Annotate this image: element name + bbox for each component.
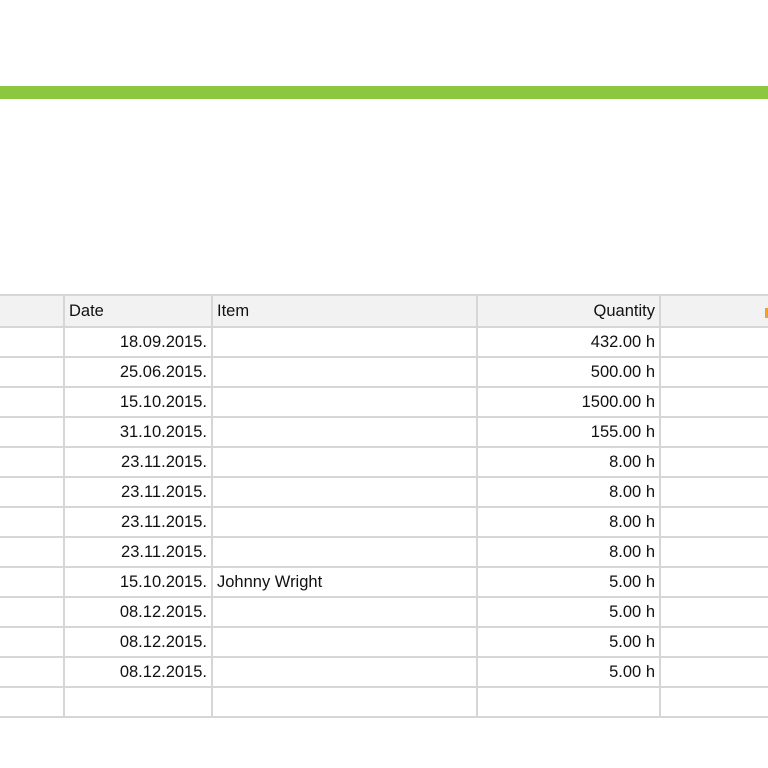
cell-extra (660, 657, 768, 688)
cell-item (212, 627, 478, 658)
cell-extra (660, 477, 768, 508)
cell-total (64, 686, 213, 718)
cell-quantity: 5.00 h (477, 627, 661, 658)
cell-item (212, 417, 478, 448)
table-row: 08.12.2015. 5.00 h (0, 597, 768, 628)
cell-item (212, 447, 478, 478)
cell-quantity: 8.00 h (477, 507, 661, 538)
cell-quantity: 8.00 h (477, 477, 661, 508)
cell-date: 08.12.2015. (64, 597, 213, 628)
cell-quantity: 1500.00 h (477, 387, 661, 418)
entries-table: Date Item Quantity 18.09.2015. 432.00 h 25… (0, 294, 768, 718)
cell-extra (660, 357, 768, 388)
cell-item: Johnny Wright (212, 567, 478, 598)
cell-quantity: 8.00 h (477, 537, 661, 568)
table-row: 23.11.2015. 8.00 h (0, 447, 768, 478)
cell-date: 08.12.2015. (64, 627, 213, 658)
cell-date: 15.10.2015. (64, 387, 213, 418)
cell-group (0, 477, 65, 508)
table-header-row: Date Item Quantity (0, 294, 768, 328)
cell-total (212, 686, 478, 718)
column-header-date: Date (64, 294, 213, 328)
cell-quantity: 5.00 h (477, 567, 661, 598)
table-row: 18.09.2015. 432.00 h (0, 327, 768, 358)
report-page: Date Item Quantity 18.09.2015. 432.00 h 25… (0, 0, 768, 768)
cell-extra (660, 417, 768, 448)
cell-quantity: 500.00 h (477, 357, 661, 388)
cell-group (0, 507, 65, 538)
cell-group (0, 627, 65, 658)
cell-total (477, 686, 661, 718)
cell-item (212, 537, 478, 568)
cell-extra (660, 597, 768, 628)
cell-quantity: 5.00 h (477, 657, 661, 688)
cell-date: 18.09.2015. (64, 327, 213, 358)
cell-group (0, 447, 65, 478)
cell-item (212, 357, 478, 388)
cell-extra (660, 537, 768, 568)
cell-item (212, 657, 478, 688)
cell-item (212, 507, 478, 538)
cell-group (0, 657, 65, 688)
column-header-item: Item (212, 294, 478, 328)
entries-table-container: Date Item Quantity 18.09.2015. 432.00 h 25… (0, 294, 768, 718)
cell-date: 23.11.2015. (64, 507, 213, 538)
cell-extra (660, 627, 768, 658)
cell-extra (660, 327, 768, 358)
table-row: 23.11.2015. 8.00 h (0, 477, 768, 508)
table-row: 08.12.2015. 5.00 h (0, 627, 768, 658)
cell-group (0, 357, 65, 388)
cell-date: 31.10.2015. (64, 417, 213, 448)
cell-item (212, 597, 478, 628)
cell-date: 25.06.2015. (64, 357, 213, 388)
cell-date: 23.11.2015. (64, 477, 213, 508)
cell-total (660, 686, 768, 718)
column-header-quantity: Quantity (477, 294, 661, 328)
table-body: 18.09.2015. 432.00 h 25.06.2015. 500.00 h 15… (0, 327, 768, 718)
table-row: 25.06.2015. 500.00 h (0, 357, 768, 388)
table-total-row (0, 686, 768, 718)
cell-item (212, 327, 478, 358)
cell-date: 08.12.2015. (64, 657, 213, 688)
table-row: 31.10.2015. 155.00 h (0, 417, 768, 448)
column-header-group (0, 294, 65, 328)
cell-quantity: 5.00 h (477, 597, 661, 628)
cell-group (0, 597, 65, 628)
cell-quantity: 8.00 h (477, 447, 661, 478)
cell-group (0, 567, 65, 598)
cell-extra (660, 567, 768, 598)
cell-quantity: 155.00 h (477, 417, 661, 448)
cell-date: 23.11.2015. (64, 537, 213, 568)
column-header-extra (660, 294, 768, 328)
table-row: 08.12.2015. 5.00 h (0, 657, 768, 688)
cell-extra (660, 447, 768, 478)
cell-date: 23.11.2015. (64, 447, 213, 478)
table-row: 15.10.2015. 1500.00 h (0, 387, 768, 418)
header-accent-bar (0, 86, 768, 99)
cell-group (0, 387, 65, 418)
cell-extra (660, 507, 768, 538)
table-row: 23.11.2015. 8.00 h (0, 537, 768, 568)
cell-extra (660, 387, 768, 418)
table-row: 15.10.2015. Johnny Wright 5.00 h (0, 567, 768, 598)
cell-group (0, 327, 65, 358)
cell-item (212, 387, 478, 418)
cell-group (0, 537, 65, 568)
cell-date: 15.10.2015. (64, 567, 213, 598)
table-row: 23.11.2015. 8.00 h (0, 507, 768, 538)
cell-quantity: 432.00 h (477, 327, 661, 358)
cell-item (212, 477, 478, 508)
cell-total (0, 686, 65, 718)
cell-group (0, 417, 65, 448)
